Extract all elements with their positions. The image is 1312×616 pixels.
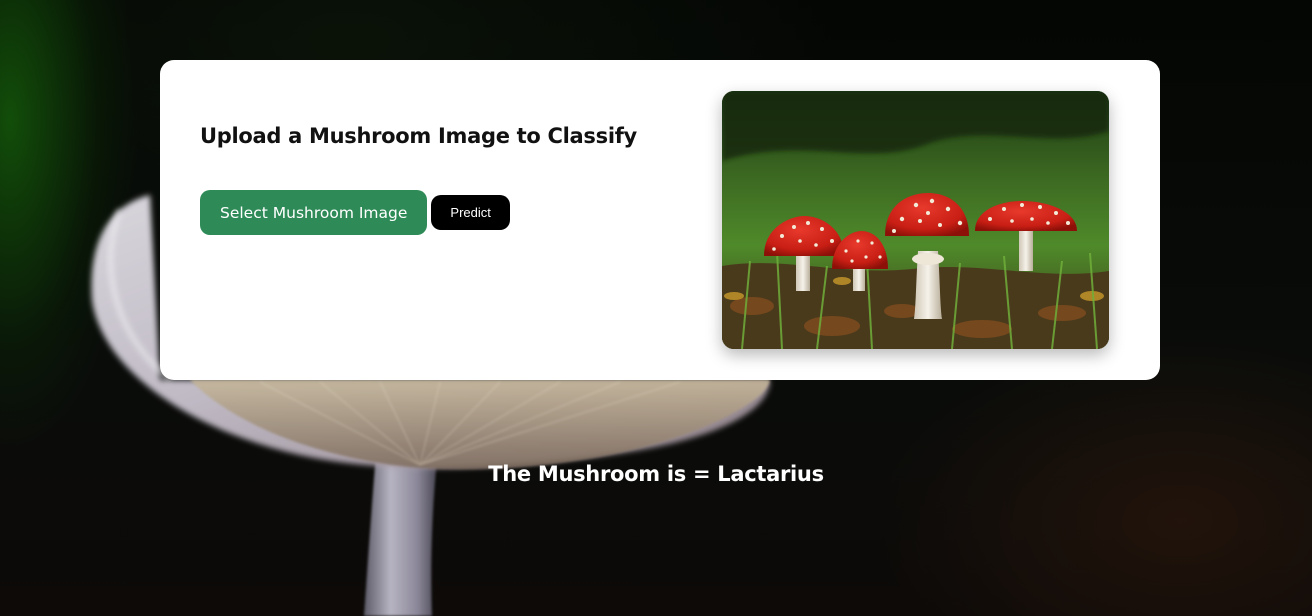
button-row: Select Mushroom Image Predict: [200, 190, 510, 235]
prediction-result: The Mushroom is = Lactarius: [488, 462, 824, 486]
upload-card: Upload a Mushroom Image to Classify Sele…: [160, 60, 1160, 380]
card-title: Upload a Mushroom Image to Classify: [200, 124, 637, 148]
select-image-button[interactable]: Select Mushroom Image: [200, 190, 428, 235]
mushroom-preview-image: [722, 91, 1109, 349]
fly-agaric-illustration: [722, 91, 1109, 349]
predict-button[interactable]: Predict: [431, 195, 510, 230]
